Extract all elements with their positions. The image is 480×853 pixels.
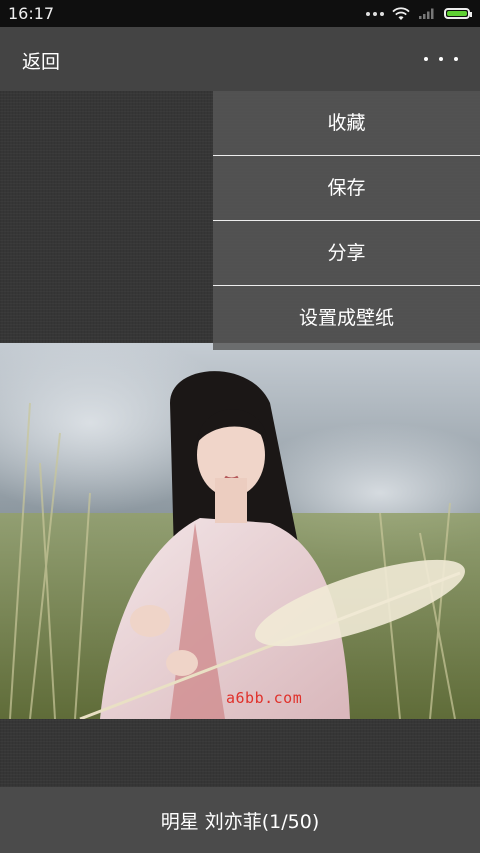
footer-bar: 明星 刘亦菲(1/50): [0, 787, 480, 853]
photo-image: [0, 343, 480, 719]
more-dots-icon[interactable]: [424, 57, 458, 61]
status-bar: 16:17: [0, 0, 480, 27]
overflow-menu: 收藏 保存 分享 设置成壁纸: [213, 91, 480, 350]
menu-item-set-wallpaper[interactable]: 设置成壁纸: [213, 286, 480, 350]
notification-dots-icon: [366, 11, 384, 16]
battery-icon: [444, 8, 472, 19]
wifi-icon: [392, 6, 410, 20]
wallpaper-photo[interactable]: a6bb.com: [0, 343, 480, 719]
app-bar: 返回: [0, 27, 480, 91]
status-time: 16:17: [8, 4, 55, 23]
status-icons: [366, 6, 472, 21]
back-button[interactable]: 返回: [22, 47, 60, 74]
menu-item-favorite[interactable]: 收藏: [213, 91, 480, 156]
watermark-text: a6bb.com: [226, 689, 303, 707]
image-caption: 明星 刘亦菲(1/50): [160, 810, 320, 833]
menu-item-share[interactable]: 分享: [213, 221, 480, 286]
signal-icon: [419, 8, 434, 19]
menu-item-save[interactable]: 保存: [213, 156, 480, 221]
